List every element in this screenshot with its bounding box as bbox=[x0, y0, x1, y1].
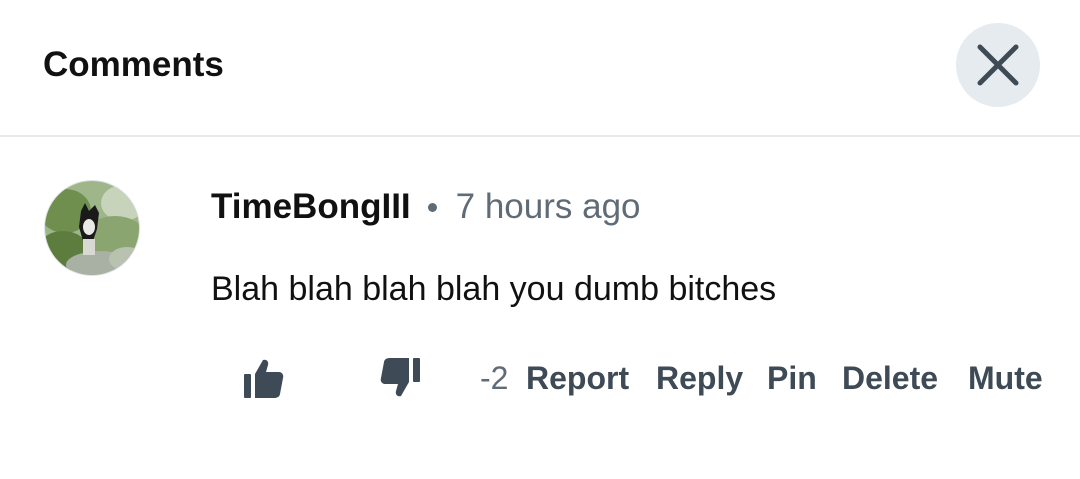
comments-panel: Comments TimeBongIII 7 hours ago Blah bl… bbox=[0, 0, 1080, 479]
avatar-image bbox=[45, 181, 139, 275]
delete-button[interactable]: Delete bbox=[842, 358, 938, 398]
pin-button[interactable]: Pin bbox=[767, 358, 817, 398]
panel-title: Comments bbox=[43, 45, 224, 84]
close-icon bbox=[977, 44, 1019, 86]
dislike-button[interactable] bbox=[378, 356, 422, 400]
thumbs-up-icon bbox=[244, 359, 284, 398]
vote-score: -2 bbox=[480, 360, 509, 396]
comment-timestamp: 7 hours ago bbox=[455, 187, 641, 226]
report-button[interactable]: Report bbox=[526, 358, 629, 398]
comment-meta: TimeBongIII 7 hours ago bbox=[211, 186, 641, 228]
close-button[interactable] bbox=[956, 23, 1040, 107]
mute-button[interactable]: Mute bbox=[968, 358, 1043, 398]
like-button[interactable] bbox=[242, 356, 286, 400]
comment-actions: -2 Report Reply Pin Delete Mute bbox=[0, 352, 1080, 404]
separator-dot bbox=[427, 202, 437, 212]
comment-body: Blah blah blah blah you dumb bitches bbox=[211, 270, 777, 308]
avatar[interactable] bbox=[44, 180, 140, 276]
comment-username[interactable]: TimeBongIII bbox=[211, 187, 411, 227]
reply-button[interactable]: Reply bbox=[656, 358, 743, 398]
comments-header: Comments bbox=[0, 0, 1080, 137]
thumbs-down-icon bbox=[380, 358, 420, 397]
